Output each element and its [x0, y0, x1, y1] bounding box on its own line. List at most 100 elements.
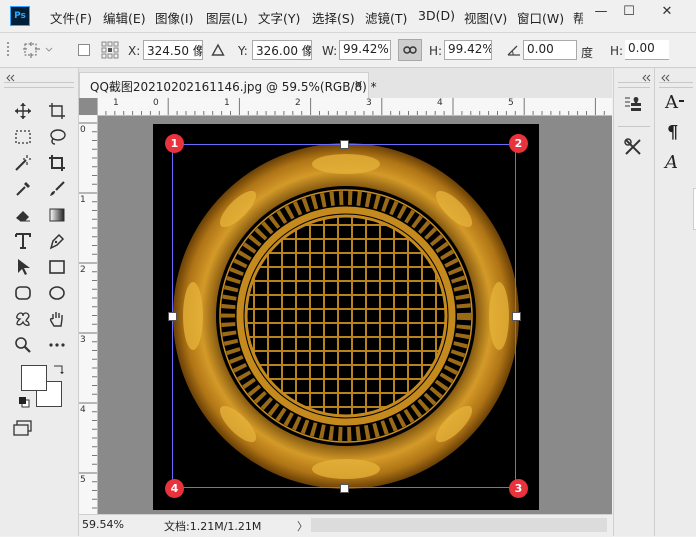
- zoom-tool-icon[interactable]: [11, 334, 35, 356]
- ruler-v-label: 2: [80, 265, 86, 275]
- type-tool-icon[interactable]: [11, 230, 35, 252]
- ruler-h-label: 3: [366, 98, 372, 108]
- dock-collapse-icon[interactable]: [640, 71, 652, 82]
- transform-handle-top[interactable]: [340, 140, 349, 149]
- ruler-h-label: 5: [508, 98, 514, 108]
- ellipse-tool-icon[interactable]: [45, 282, 69, 304]
- paragraph-panel-icon[interactable]: ¶: [667, 122, 678, 143]
- ruler-h-label: 1: [224, 98, 230, 108]
- menu-type[interactable]: 文字(Y): [258, 8, 300, 27]
- options-grip: [6, 33, 10, 67]
- menu-help[interactable]: 帮: [573, 8, 583, 27]
- canvas-image[interactable]: 1 2 3 4: [153, 124, 539, 510]
- eyedropper-tool-icon[interactable]: [11, 178, 35, 200]
- angle-input[interactable]: 0.00: [523, 40, 577, 60]
- dock-grip: [618, 82, 650, 88]
- character-panel-icon[interactable]: A: [665, 92, 684, 113]
- transform-bounding-box: [172, 144, 516, 488]
- rounded-rectangle-tool-icon[interactable]: [11, 282, 35, 304]
- status-menu-arrow[interactable]: 〉: [297, 518, 308, 534]
- y-label: Y:: [238, 44, 248, 58]
- w-label: W:: [322, 44, 338, 58]
- ruler-h-label: 0: [153, 98, 159, 108]
- height-input[interactable]: 99.42%: [444, 40, 492, 60]
- ruler-v-label: 0: [80, 125, 86, 135]
- custom-shape-tool-icon[interactable]: [11, 308, 35, 330]
- tools-grip: [4, 82, 74, 88]
- rectangle-tool-icon[interactable]: [45, 256, 69, 278]
- default-colors-icon[interactable]: [18, 396, 30, 408]
- pen-tool-icon[interactable]: [45, 230, 69, 252]
- document-tab-close[interactable]: ✕: [354, 78, 363, 91]
- menu-filter[interactable]: 滤镜(T): [365, 8, 407, 27]
- corner-marker-4: 4: [165, 479, 184, 498]
- artboard-tool-icon[interactable]: [45, 100, 69, 122]
- eraser-tool-icon[interactable]: [11, 204, 35, 226]
- horizontal-scrollbar[interactable]: [311, 518, 607, 532]
- quick-mask-icon[interactable]: [13, 419, 35, 437]
- zoom-level[interactable]: 59.54%: [82, 518, 124, 531]
- ruler-v-label: 1: [80, 195, 86, 205]
- transform-handle-bottom[interactable]: [340, 484, 349, 493]
- crop-tool-icon[interactable]: [45, 152, 69, 174]
- y-input[interactable]: 326.00 像素: [252, 40, 312, 60]
- x-input[interactable]: 324.50 像素: [143, 40, 203, 60]
- marquee-tool-icon[interactable]: [11, 126, 35, 148]
- menu-select[interactable]: 选择(S): [312, 8, 355, 27]
- menu-view[interactable]: 视图(V): [464, 8, 507, 27]
- corner-marker-2: 2: [509, 134, 528, 153]
- hskew-label: H:: [610, 44, 624, 58]
- document-tab[interactable]: QQ截图20210202161146.jpg @ 59.5%(RGB/8) * …: [79, 72, 377, 98]
- hskew-input[interactable]: 0.00: [625, 40, 669, 60]
- right-dock-panel-2: A ¶ A: [654, 68, 696, 536]
- vertical-ruler-ticks: [79, 122, 97, 509]
- transform-handle-right[interactable]: [512, 312, 521, 321]
- menu-window[interactable]: 窗口(W): [517, 8, 564, 27]
- transform-handle-left[interactable]: [168, 312, 177, 321]
- path-selection-tool-icon[interactable]: [11, 256, 35, 278]
- gradient-tool-icon[interactable]: [45, 204, 69, 226]
- ruler-h-label: 2: [295, 98, 301, 108]
- canvas-area: 1 0 1 2 3 4 5 0 1 2 3 4 5 1 2 3 4: [79, 98, 612, 514]
- menu-bar: Ps 文件(F) 编辑(E) 图像(I) 图层(L) 文字(Y) 选择(S) 滤…: [0, 0, 696, 33]
- menu-3d[interactable]: 3D(D): [418, 8, 455, 23]
- relative-position-icon[interactable]: [211, 43, 225, 57]
- foreground-color-swatch[interactable]: [21, 365, 47, 391]
- character-icon-text: A: [665, 92, 678, 113]
- reference-point-checkbox[interactable]: [78, 44, 90, 56]
- menu-file[interactable]: 文件(F): [50, 8, 92, 27]
- document-info: 文档:1.21M/1.21M: [164, 520, 262, 533]
- reference-point-grid-icon[interactable]: [101, 41, 119, 59]
- brush-tool-icon[interactable]: [45, 178, 69, 200]
- lasso-tool-icon[interactable]: [45, 126, 69, 148]
- move-tool-icon[interactable]: [11, 100, 35, 122]
- angle-unit: 度: [581, 46, 594, 60]
- menu-image[interactable]: 图像(I): [155, 8, 193, 27]
- swap-colors-icon[interactable]: [52, 364, 66, 376]
- document-tab-bar: QQ截图20210202161146.jpg @ 59.5%(RGB/8) * …: [79, 68, 612, 99]
- width-input[interactable]: 99.42%: [339, 40, 391, 60]
- hand-tool-icon[interactable]: [45, 308, 69, 330]
- ruler-v-label: 4: [80, 405, 86, 415]
- dock-divider: [618, 126, 650, 127]
- link-icon: [403, 46, 417, 54]
- collapse-panel-icon[interactable]: [4, 71, 16, 82]
- close-button[interactable]: ✕: [650, 0, 684, 22]
- magic-wand-tool-icon[interactable]: [11, 152, 35, 174]
- clone-source-icon[interactable]: [622, 94, 646, 116]
- glyphs-panel-icon[interactable]: A: [665, 152, 678, 173]
- maximize-button[interactable]: ☐: [612, 0, 646, 22]
- options-bar: X: 324.50 像素 Y: 326.00 像素 W: 99.42% H: 9…: [0, 33, 696, 68]
- dock-collapse-icon[interactable]: [659, 71, 671, 82]
- vertical-ruler: 0 1 2 3 4 5: [79, 115, 98, 514]
- angle-icon: [507, 43, 521, 57]
- more-tools-icon[interactable]: [45, 334, 69, 356]
- menu-edit[interactable]: 编辑(E): [103, 8, 146, 27]
- link-proportions-button[interactable]: [398, 39, 422, 61]
- menu-layer[interactable]: 图层(L): [206, 8, 248, 27]
- tools-panel: [0, 68, 79, 536]
- tool-presets-icon[interactable]: [622, 136, 646, 158]
- transform-tool-preset-icon[interactable]: [22, 41, 56, 59]
- ruler-v-label: 3: [80, 335, 86, 345]
- horizontal-ruler-ticks: [97, 98, 605, 115]
